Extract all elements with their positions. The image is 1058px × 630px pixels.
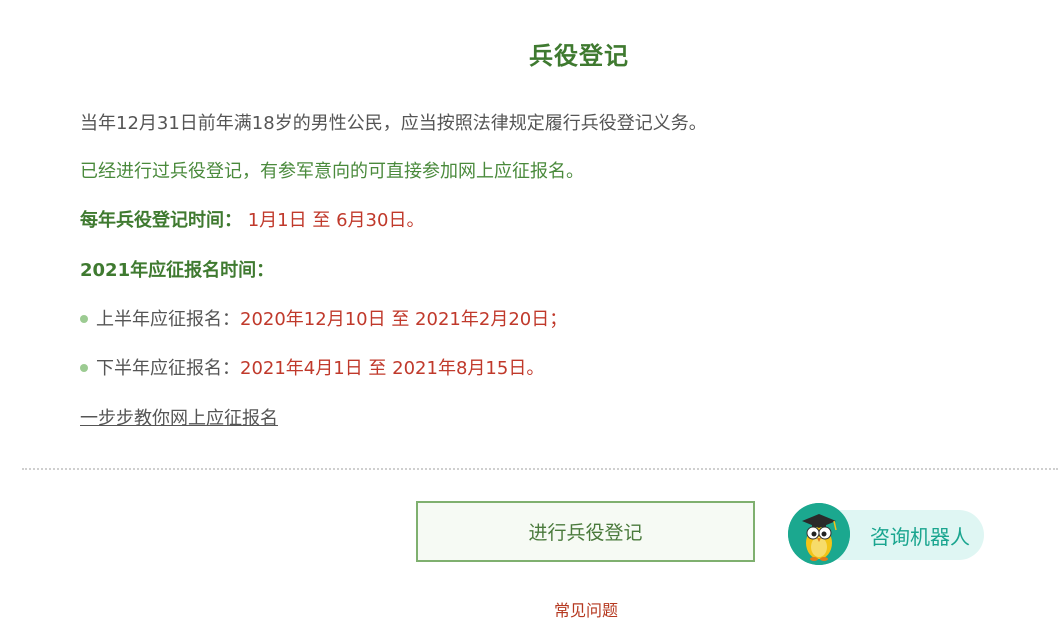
intro-text-2: 已经进行过兵役登记，有参军意向的可直接参加网上应征报名。 [80,161,584,182]
owl-mascot-icon[interactable] [788,503,850,565]
registration-period-label: 每年兵役登记时间： [80,210,242,231]
page: 兵役登记 当年12月31日前年满18岁的男性公民，应当按照法律规定履行兵役登记义… [0,0,1058,630]
owl-mascot-graphic [788,503,850,565]
enlistment-item-label: 上半年应征报名： [96,309,240,330]
bullet-icon [80,363,88,372]
guide-link[interactable]: 一步步教你网上应征报名 [80,408,278,429]
enlistment-item-value: 2020年12月10日 至 2021年2月20日； [240,309,568,330]
bullet-icon [80,314,88,323]
enlistment-heading: 2021年应征报名时间： [80,260,275,281]
consult-bot-label: 咨询机器人 [870,524,970,549]
faq-link[interactable]: 常见问题 [0,597,1058,621]
enlistment-item-first-half: 上半年应征报名：2020年12月10日 至 2021年2月20日； [80,307,567,333]
page-title: 兵役登记 [529,42,629,70]
enlistment-item-value: 2021年4月1日 至 2021年8月15日。 [240,358,545,379]
divider [22,468,1058,470]
register-button[interactable]: 进行兵役登记 [416,501,755,562]
intro-text-1: 当年12月31日前年满18岁的男性公民，应当按照法律规定履行兵役登记义务。 [80,113,707,134]
registration-period: 每年兵役登记时间： 1月1日 至 6月30日。 [80,208,424,234]
enlistment-item-label: 下半年应征报名： [96,358,240,379]
enlistment-item-second-half: 下半年应征报名：2021年4月1日 至 2021年8月15日。 [80,356,544,382]
registration-period-value: 1月1日 至 6月30日。 [247,210,425,231]
guide-link-row: 一步步教你网上应征报名 [80,406,278,432]
